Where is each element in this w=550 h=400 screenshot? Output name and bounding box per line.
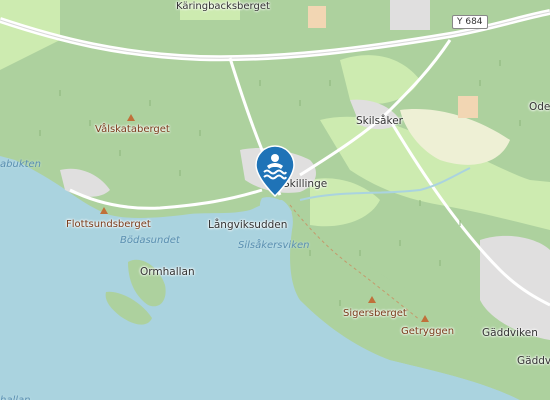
label-bodasundet: Bödasundet (120, 235, 180, 246)
map-canvas[interactable]: Y 684 Käringbacksberget Vålskataberget S… (0, 0, 550, 400)
peak-getryggen-icon (421, 315, 429, 322)
plot-1 (458, 96, 478, 118)
road-number-badge: Y 684 (452, 15, 488, 29)
label-flottsundsberget: Flottsundsberget (66, 219, 151, 230)
label-getryggen: Getryggen (401, 326, 455, 337)
label-ode-edge[interactable]: Ode (529, 101, 550, 113)
peak-sigersberget-icon (368, 296, 376, 303)
label-skilsaker[interactable]: Skilsåker (356, 115, 403, 127)
label-abukten: abukten (0, 159, 42, 170)
label-gaddviken[interactable]: Gäddviken (482, 327, 538, 339)
label-sigersberget: Sigersberget (343, 308, 407, 319)
label-hallan: hallan (0, 395, 31, 400)
label-silsakersviken: Silsåkersviken (238, 240, 310, 251)
residential-north (390, 0, 430, 30)
label-karingbacksberget: Käringbacksberget (176, 1, 270, 12)
label-gaddvi-edge[interactable]: Gäddvi (517, 355, 550, 367)
swimming-location-marker[interactable] (255, 145, 295, 201)
label-valskataberget: Vålskataberget (95, 124, 170, 135)
label-langviksudden[interactable]: Långviksudden (208, 219, 287, 231)
label-ormhallan[interactable]: Ormhallan (140, 266, 195, 278)
peak-valskataberget-icon (127, 114, 135, 121)
swimming-icon (255, 145, 295, 198)
peak-flottsundsberget-icon (100, 207, 108, 214)
plot-2 (308, 6, 326, 28)
